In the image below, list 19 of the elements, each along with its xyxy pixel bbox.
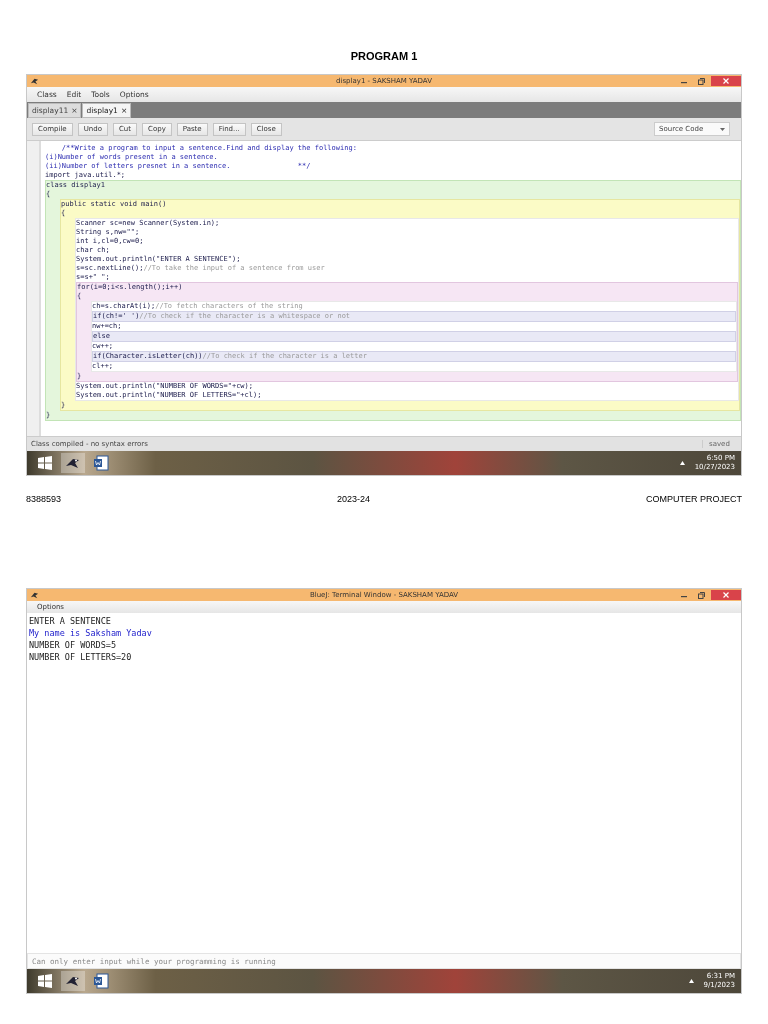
output-line: NUMBER OF LETTERS=20 — [29, 651, 133, 663]
bird-icon[interactable] — [61, 971, 85, 991]
close-icon[interactable] — [723, 78, 729, 84]
output-line: ENTER A SENTENCE — [29, 615, 112, 627]
close-button[interactable] — [711, 590, 741, 600]
bird-icon[interactable] — [61, 453, 85, 473]
user-input-line: My name is Saksham Yadav — [29, 627, 153, 639]
page-title: PROGRAM 1 — [350, 50, 418, 62]
chevron-up-icon[interactable] — [679, 461, 685, 465]
close-icon[interactable] — [723, 592, 729, 598]
chevron-up-icon[interactable] — [688, 979, 694, 983]
output-line: NUMBER OF WORDS=5 — [29, 639, 117, 651]
bird-icon — [30, 590, 39, 600]
footer-label: COMPUTER PROJECT — [646, 494, 742, 504]
footer-id: 8388593 — [26, 494, 62, 504]
bird-icon — [30, 76, 39, 86]
caret-icon[interactable] — [720, 127, 725, 131]
close-button[interactable] — [711, 76, 741, 86]
footer-year: 2023-24 — [337, 494, 371, 504]
